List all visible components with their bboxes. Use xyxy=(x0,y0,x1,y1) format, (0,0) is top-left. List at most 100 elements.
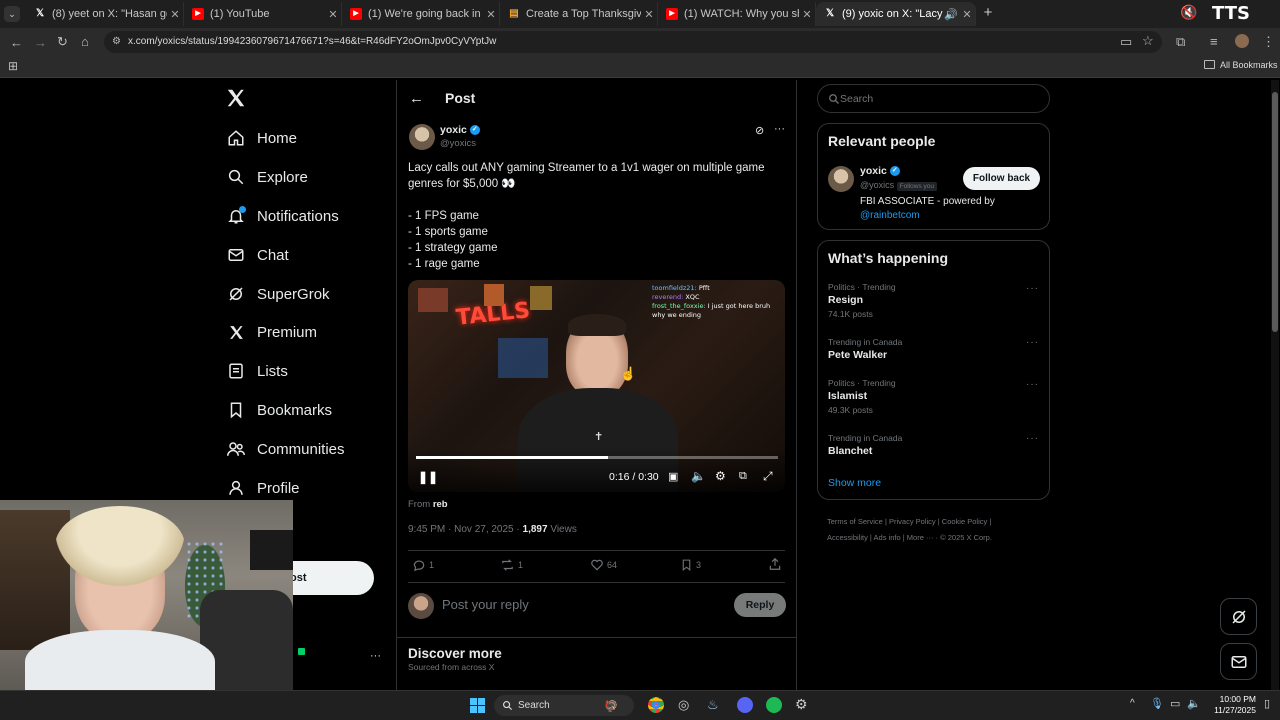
sidebar-item-premium[interactable]: Premium xyxy=(226,317,317,347)
picture-in-picture-icon[interactable]: ⧉ xyxy=(739,470,747,483)
footer-link[interactable]: Accessibility xyxy=(827,533,868,542)
bio-link[interactable]: @rainbetcom xyxy=(860,210,920,221)
windows-start-icon[interactable] xyxy=(470,698,485,713)
close-tab-icon[interactable]: ✕ xyxy=(167,8,183,21)
bookmark-action[interactable]: 3 xyxy=(680,558,701,572)
messages-float-button[interactable] xyxy=(1220,643,1257,680)
footer-link[interactable]: Cookie Policy xyxy=(942,517,987,526)
taskbar-search[interactable]: Search 🦃 xyxy=(494,695,634,716)
trend-more-icon[interactable]: ··· xyxy=(1026,283,1039,294)
menu-icon[interactable]: ⋮ xyxy=(1262,34,1275,50)
sidebar-item-communities[interactable]: Communities xyxy=(226,434,345,464)
video-progress-track[interactable] xyxy=(416,456,778,459)
clock[interactable]: 10:00 PM 11/27/2025 xyxy=(1206,694,1256,716)
browser-tab[interactable]: ▶ (1) YouTube ✕ xyxy=(184,2,342,26)
media-icon[interactable]: ≡ xyxy=(1210,34,1218,49)
tray-chevron-icon[interactable]: ^ xyxy=(1130,698,1135,709)
sidebar-item-chat[interactable]: Chat xyxy=(226,240,289,270)
sidebar-item-notifications[interactable]: Notifications xyxy=(226,201,339,231)
close-tab-icon[interactable]: ✕ xyxy=(483,8,499,21)
speaker-icon[interactable]: 🔊 xyxy=(943,8,959,21)
grok-float-button[interactable] xyxy=(1220,598,1257,635)
sidebar-item-bookmarks[interactable]: Bookmarks xyxy=(226,395,332,425)
footer-link[interactable]: More ··· xyxy=(907,533,934,542)
footer-link[interactable]: Terms of Service xyxy=(827,517,883,526)
bookmark-star-icon[interactable]: ☆ xyxy=(1142,33,1154,49)
all-bookmarks[interactable]: All Bookmarks xyxy=(1220,60,1278,70)
sidebar-item-explore[interactable]: Explore xyxy=(226,162,308,192)
more-options-icon[interactable]: ··· xyxy=(774,123,785,135)
trend-item[interactable]: Politics · Trending Resign 74.1K posts xyxy=(828,282,1040,319)
site-info-icon[interactable]: ⚙ xyxy=(112,31,121,53)
follow-back-button[interactable]: Follow back xyxy=(963,167,1040,190)
chrome-taskbar-icon[interactable] xyxy=(648,697,664,713)
sidebar-item-lists[interactable]: Lists xyxy=(226,356,288,386)
account-more-icon[interactable]: ··· xyxy=(370,650,381,662)
trend-more-icon[interactable]: ··· xyxy=(1026,337,1039,348)
back-icon[interactable]: ← xyxy=(10,35,23,50)
browser-tab[interactable]: 𝕏 (8) yeet on X: "Hasan goes at it ✕ xyxy=(26,2,184,26)
avatar[interactable] xyxy=(409,124,435,150)
share-icon[interactable] xyxy=(768,557,782,576)
source-account-link[interactable]: reb xyxy=(433,499,448,510)
settings-icon[interactable]: ⚙ xyxy=(715,469,726,483)
pause-icon[interactable]: ❚❚ xyxy=(418,470,438,484)
author-handle[interactable]: @yoxics xyxy=(440,138,476,149)
reply-button[interactable]: Reply xyxy=(734,593,786,617)
person-name[interactable]: yoxic ✓ xyxy=(860,165,900,177)
grok-icon[interactable]: ⊘ xyxy=(755,124,764,137)
search-input[interactable]: Search xyxy=(840,93,873,105)
steam-taskbar-icon[interactable]: ♨ xyxy=(707,697,719,713)
close-tab-icon[interactable]: ✕ xyxy=(641,8,657,21)
repost-action[interactable]: 1 xyxy=(500,558,523,572)
like-action[interactable]: 64 xyxy=(590,558,617,572)
home-icon[interactable]: ⌂ xyxy=(81,34,89,49)
close-tab-icon[interactable]: ✕ xyxy=(799,8,815,21)
profile-avatar[interactable] xyxy=(1235,34,1249,48)
cast-icon[interactable]: ▭ xyxy=(1120,34,1132,50)
reply-action[interactable]: 1 xyxy=(412,558,434,572)
scrollbar-thumb[interactable] xyxy=(1272,92,1278,332)
microphone-icon[interactable]: 🎙 xyxy=(1150,697,1164,710)
trend-item[interactable]: Politics · Trending Islamist 49.3K posts xyxy=(828,378,1040,415)
url-field[interactable]: ⚙ x.com/yoxics/status/199423607967147667… xyxy=(104,31,1162,53)
close-tab-icon[interactable]: ✕ xyxy=(325,8,341,21)
captions-icon[interactable]: ▣ xyxy=(668,470,678,483)
reload-icon[interactable]: ↻ xyxy=(57,34,68,50)
author-name[interactable]: yoxic ✓ xyxy=(440,124,480,136)
avatar[interactable] xyxy=(828,166,854,192)
browser-tab[interactable]: ▶ (1) We're going back in time to ✕ xyxy=(342,2,500,26)
volume-icon[interactable]: 🔈 xyxy=(691,469,706,483)
browser-tab-active[interactable]: 𝕏 (9) yoxic on X: "Lacy calls o 🔊 ✕ xyxy=(816,2,976,26)
search-bar[interactable]: Search xyxy=(817,84,1050,113)
apps-grid-icon[interactable]: ⊞ xyxy=(8,59,18,73)
forward-icon[interactable]: → xyxy=(34,35,47,50)
extensions-icon[interactable]: ⧉ xyxy=(1176,34,1185,50)
trend-more-icon[interactable]: ··· xyxy=(1026,433,1039,444)
footer-link[interactable]: Privacy Policy xyxy=(889,517,936,526)
steam-alt-taskbar-icon[interactable]: ◎ xyxy=(678,697,689,713)
volume-icon[interactable]: 🔈 xyxy=(1187,697,1201,710)
close-tab-icon[interactable]: ✕ xyxy=(959,8,975,21)
show-more-link[interactable]: Show more xyxy=(828,477,881,489)
video-player[interactable]: TALLS ✝ toomfieldz21: Pfft reverend: XQC… xyxy=(408,280,785,492)
page-scrollbar[interactable] xyxy=(1271,80,1279,690)
new-tab-button[interactable]: + xyxy=(980,5,996,21)
sidebar-item-home[interactable]: Home xyxy=(226,123,297,153)
browser-tab[interactable]: ▶ (1) WATCH: Why you shouldn't ✕ xyxy=(658,2,816,26)
footer-link[interactable]: Ads info xyxy=(874,533,901,542)
sidebar-item-profile[interactable]: Profile xyxy=(226,473,300,503)
discord-taskbar-icon[interactable] xyxy=(737,697,753,713)
tab-search-button[interactable]: ⌄ xyxy=(4,6,20,22)
x-logo-icon[interactable] xyxy=(225,87,249,111)
back-arrow-icon[interactable]: ← xyxy=(409,90,424,107)
browser-tab[interactable]: ▤ Create a Top Thanksgiving Foo ✕ xyxy=(500,2,658,26)
trend-item[interactable]: Trending in Canada Pete Walker xyxy=(828,337,1040,361)
fullscreen-icon[interactable]: ⤢ xyxy=(763,469,773,484)
settings-taskbar-icon[interactable]: ⚙ xyxy=(795,696,808,713)
trend-item[interactable]: Trending in Canada Blanchet xyxy=(828,433,1040,457)
trend-more-icon[interactable]: ··· xyxy=(1026,379,1039,390)
reply-input[interactable]: Post your reply xyxy=(442,597,722,612)
spotify-taskbar-icon[interactable] xyxy=(766,697,782,713)
network-icon[interactable]: ▭ xyxy=(1170,697,1180,710)
